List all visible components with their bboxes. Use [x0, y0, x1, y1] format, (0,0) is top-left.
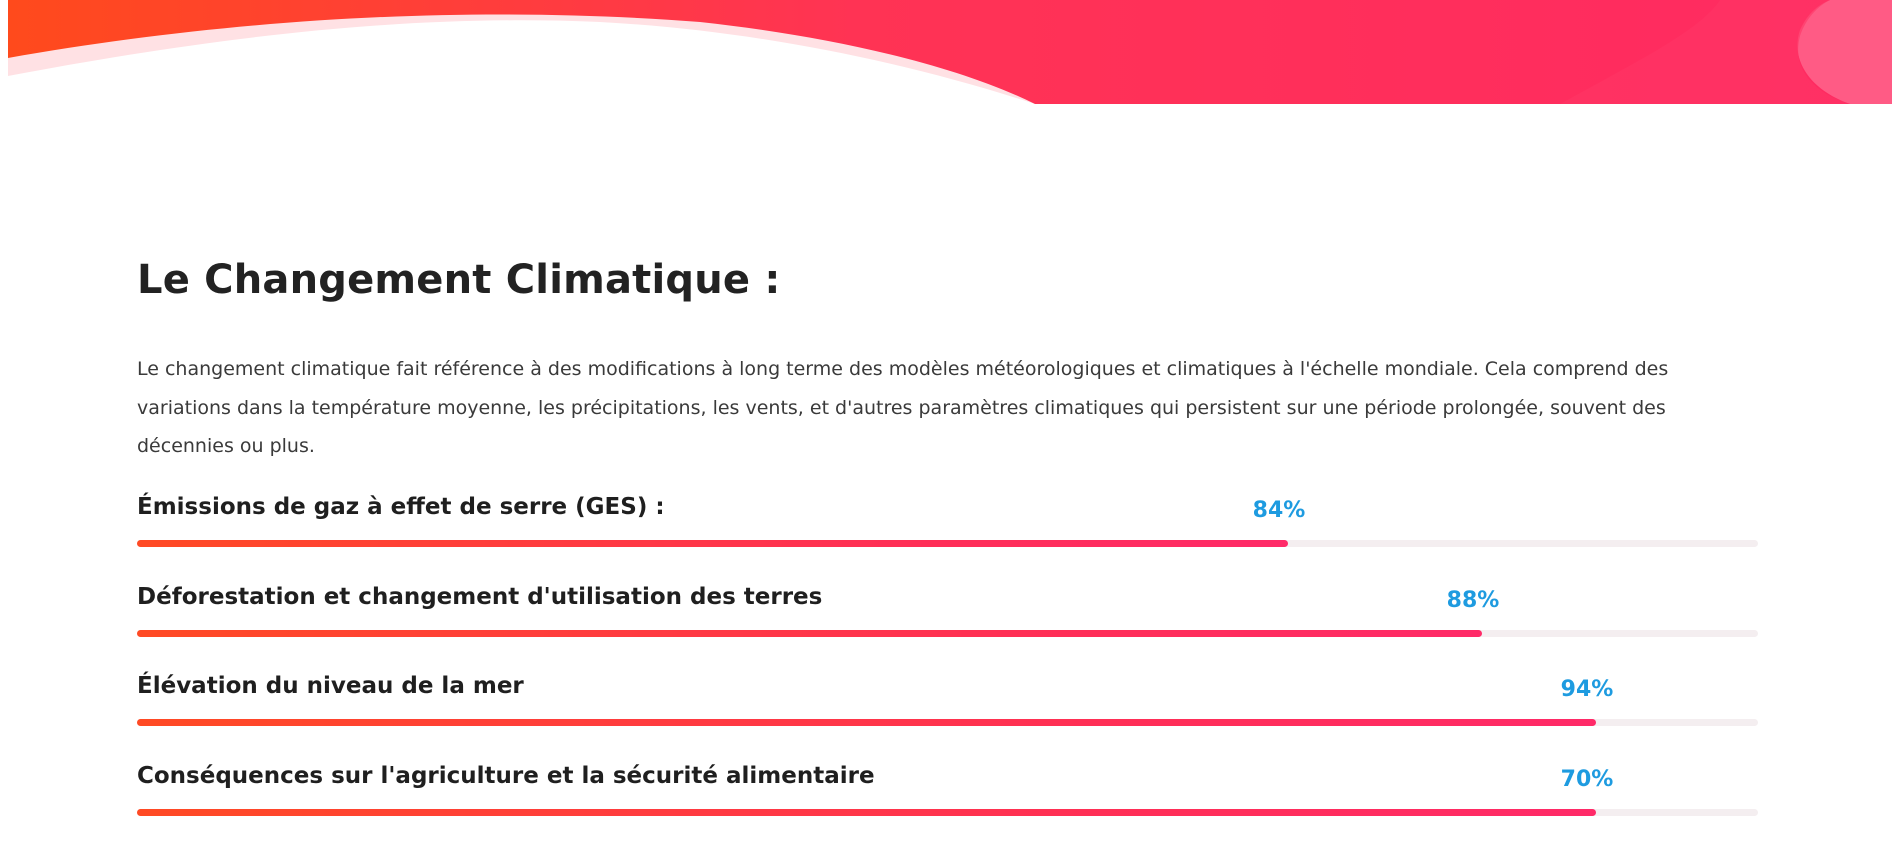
progress-fill — [137, 808, 1596, 816]
section-title: Le Changement Climatique : — [137, 257, 781, 303]
intro-section: Le Changement Climatique : Le changement… — [137, 254, 1758, 466]
progress-label: Déforestation et changement d'utilisatio… — [137, 583, 823, 610]
progress-list: Émissions de gaz à effet de serre (GES) … — [137, 492, 1758, 850]
hero-wave-banner — [0, 0, 1892, 104]
progress-label: Élévation du niveau de la mer — [137, 673, 524, 699]
progress-percent: 94% — [1560, 677, 1614, 702]
progress-track — [137, 719, 1758, 726]
progress-label: Conséquences sur l'agriculture et la séc… — [137, 762, 875, 789]
progress-fill — [137, 719, 1596, 726]
progress-item: Émissions de gaz à effet de serre (GES) … — [137, 492, 1758, 582]
progress-percent: 84% — [1252, 498, 1306, 523]
page: Le Changement Climatique : Le changement… — [0, 0, 1892, 852]
progress-fill — [137, 540, 1288, 547]
progress-item: Élévation du niveau de la mer 94% — [137, 671, 1758, 761]
progress-track — [137, 808, 1758, 816]
progress-percent: 70% — [1560, 766, 1614, 792]
progress-track — [137, 629, 1758, 637]
progress-percent: 88% — [1446, 587, 1500, 613]
progress-fill — [137, 629, 1483, 637]
section-description: Le changement climatique fait référence … — [137, 358, 1669, 457]
progress-label: Émissions de gaz à effet de serre (GES) … — [137, 494, 665, 520]
progress-item: Déforestation et changement d'utilisatio… — [137, 582, 1758, 672]
progress-item: Conséquences sur l'agriculture et la séc… — [137, 761, 1758, 851]
progress-track — [137, 540, 1758, 547]
